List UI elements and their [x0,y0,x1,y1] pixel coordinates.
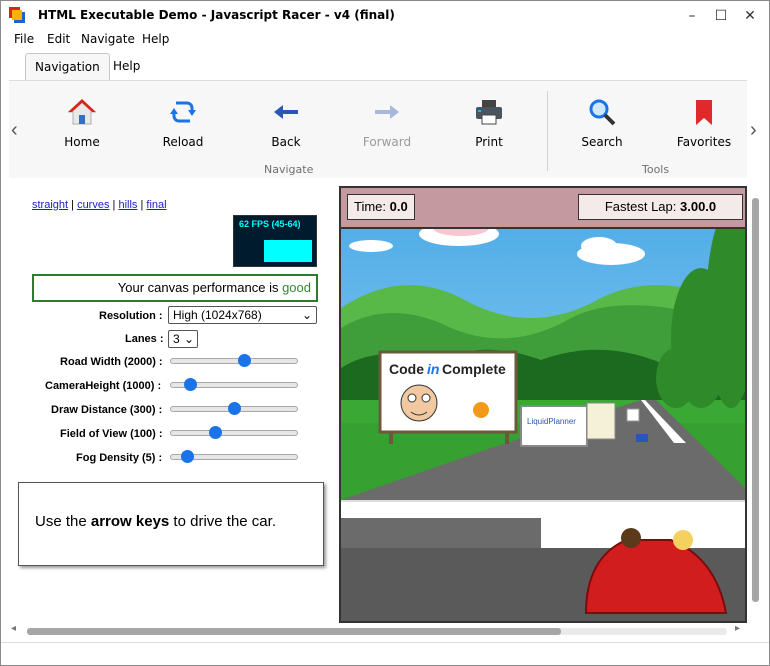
draw-distance-label: Draw Distance (300) : [51,404,163,416]
draw-distance-thumb[interactable] [228,402,241,415]
browser-content: straight | curves | hills | final 62 FPS… [9,186,747,623]
draw-distance-slider[interactable] [170,402,298,415]
home-icon [67,99,97,125]
ribbon-scroll-left-icon[interactable]: ‹ [11,119,18,142]
tab-navigation[interactable]: Navigation [25,53,110,81]
menu-help[interactable]: Help [142,32,169,46]
forward-button[interactable]: Forward [347,95,427,149]
minimize-button[interactable]: – [677,1,707,31]
fog-density-label: Fog Density (5) : [76,452,163,464]
fps-graph [264,240,312,262]
fog-density-thumb[interactable] [181,450,195,463]
performance-value: good [282,280,311,295]
back-button[interactable]: Back [246,95,326,149]
player-car [341,500,745,621]
billboard: Code in Complete [378,350,518,444]
tab-help[interactable]: Help [104,53,149,81]
instructions-box: Use the arrow keys to drive the car. [18,482,324,566]
ribbon-tabs: Navigation Help [1,49,769,81]
menu-file[interactable]: File [14,32,34,46]
billboard-complete: Complete [442,361,506,377]
menu-bar: File Edit Navigate Help [1,31,769,49]
status-bar [1,642,769,665]
window-title: HTML Executable Demo - Javascript Racer … [38,8,395,22]
forward-label: Forward [362,135,412,149]
title-bar: HTML Executable Demo - Javascript Racer … [1,1,769,31]
reload-button[interactable]: Reload [143,95,223,149]
race-scene: Code in Complete LiquidPlanner [341,188,745,621]
resolution-select[interactable]: High (1024x768) ⌄ [168,306,317,324]
race-hud: Time: 0.0 Fastest Lap: 3.00.0 [341,188,745,229]
time-box: Time: 0.0 [347,194,415,220]
link-curves[interactable]: curves [77,199,109,211]
link-final[interactable]: final [146,199,166,211]
favorites-label: Favorites [676,135,732,149]
fog-density-slider[interactable] [170,450,298,463]
close-button[interactable]: ✕ [735,1,765,31]
bookmark-icon [696,100,712,125]
performance-box: Your canvas performance is good [32,274,318,302]
fastest-lap-box: Fastest Lap: 3.00.0 [578,194,743,220]
scroll-left-icon[interactable]: ◂ [11,623,16,634]
scroll-right-icon[interactable]: ▸ [735,623,740,634]
ribbon-scroll-right-icon[interactable]: › [750,119,757,142]
reload-label: Reload [162,135,204,149]
field-of-view-label: Field of View (100) : [60,428,163,440]
lanes-label: Lanes : [125,333,164,345]
billboard-in: in [427,361,439,377]
time-value: 0.0 [389,199,408,214]
chevron-down-icon: ⌄ [301,308,312,322]
group-navigate-label: Navigate [264,163,314,176]
camera-height-slider[interactable] [170,378,298,391]
search-label: Search [581,135,623,149]
menu-edit[interactable]: Edit [47,32,70,46]
vertical-scroll-thumb[interactable] [752,198,759,602]
fps-text: 62 FPS (45-64) [239,219,301,229]
lanes-select[interactable]: 3 ⌄ [168,330,198,348]
ribbon-panel: Home Reload Back Forward Print Search Fa… [9,80,747,178]
search-icon [589,99,616,126]
group-tools-label: Tools [642,163,670,176]
horizontal-scrollbar[interactable]: ◂ ▸ [9,623,747,639]
instructions-keys: arrow keys [90,513,170,530]
vertical-scrollbar[interactable] [747,186,767,623]
print-label: Print [475,135,503,149]
road-width-label: Road Width (2000) : [60,356,163,368]
app-window: HTML Executable Demo - Javascript Racer … [0,0,770,666]
home-button[interactable]: Home [42,95,122,149]
billboard-liquidplanner: LiquidPlanner [527,417,576,426]
chevron-down-icon: ⌄ [183,332,194,346]
favorites-button[interactable]: Favorites [664,95,744,149]
camera-height-label: CameraHeight (1000) : [45,380,162,392]
printer-icon [476,100,502,125]
link-hills[interactable]: hills [118,199,137,211]
home-label: Home [64,135,100,149]
fps-meter: 62 FPS (45-64) [233,215,317,267]
road-width-slider[interactable] [170,354,298,367]
horizontal-scroll-thumb[interactable] [27,628,561,635]
maximize-button[interactable]: ☐ [706,1,736,31]
demo-links: straight | curves | hills | final [32,199,167,211]
ribbon-separator [547,91,548,171]
search-button[interactable]: Search [562,95,642,149]
menu-navigate[interactable]: Navigate [81,32,135,46]
game-canvas[interactable]: Code in Complete LiquidPlanner Time: 0.0… [339,186,747,623]
resolution-label: Resolution : [99,310,163,322]
field-of-view-thumb[interactable] [209,426,223,439]
link-straight[interactable]: straight [32,199,68,211]
billboard-code: Code [389,361,424,377]
forward-arrow-icon [375,105,399,119]
back-label: Back [271,135,301,149]
app-icon [9,7,25,23]
field-of-view-slider[interactable] [170,426,298,439]
camera-height-thumb[interactable] [183,378,197,391]
print-button[interactable]: Print [449,95,529,149]
back-arrow-icon [274,105,298,119]
fastest-lap-value: 3.00.0 [680,199,717,214]
performance-text: Your canvas performance is [117,280,283,295]
reload-icon [170,101,196,123]
road-width-thumb[interactable] [238,354,252,367]
